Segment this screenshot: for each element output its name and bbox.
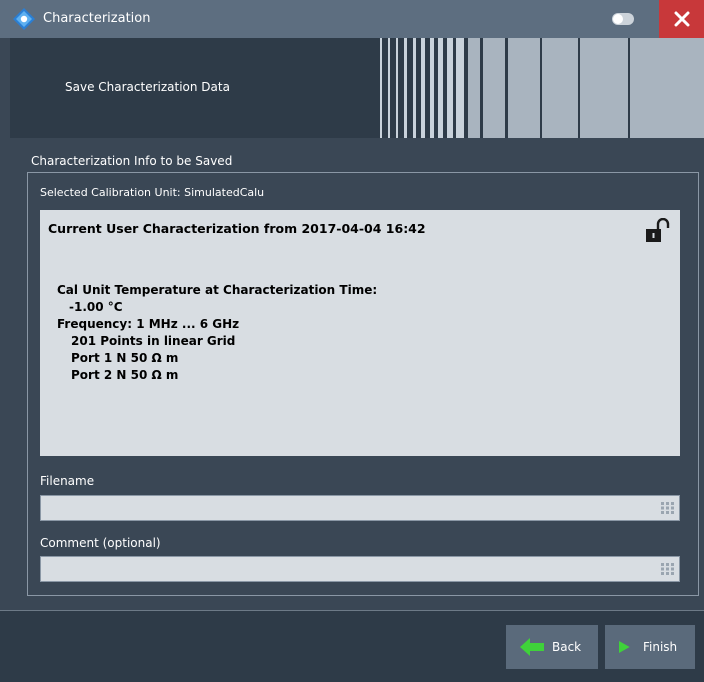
info-heading: Current User Characterization from 2017-… xyxy=(48,221,426,236)
comment-input[interactable] xyxy=(40,556,680,582)
arrow-left-icon xyxy=(520,638,544,656)
close-icon xyxy=(674,11,689,27)
wizard-header: Save Characterization Data xyxy=(10,38,704,138)
pin-toggle-icon[interactable] xyxy=(612,13,634,25)
arrow-right-icon xyxy=(619,641,630,653)
filename-label: Filename xyxy=(40,474,95,488)
wizard-step-title: Save Characterization Data xyxy=(65,80,230,94)
wizard-content: Characterization Info to be Saved Select… xyxy=(10,140,704,610)
back-button-label: Back xyxy=(552,640,582,654)
wizard-footer: Back Finish xyxy=(0,611,704,682)
unlock-icon[interactable] xyxy=(645,218,671,244)
rs-logo-icon xyxy=(13,8,35,30)
info-line: 201 Points in linear Grid xyxy=(71,334,236,348)
title-bar: Characterization xyxy=(0,0,704,38)
characterization-info-panel: Current User Characterization from 2017-… xyxy=(40,210,680,456)
window-title: Characterization xyxy=(43,11,151,26)
finish-button[interactable]: Finish xyxy=(605,625,695,669)
back-button[interactable]: Back xyxy=(506,625,598,669)
header-decoration xyxy=(380,38,704,138)
info-line: Cal Unit Temperature at Characterization… xyxy=(57,283,378,297)
info-line: Port 2 N 50 Ω m xyxy=(71,368,179,382)
section-label: Characterization Info to be Saved xyxy=(31,154,233,168)
finish-button-label: Finish xyxy=(643,640,678,654)
info-line: Frequency: 1 MHz ... 6 GHz xyxy=(57,317,240,331)
selected-cal-unit: Selected Calibration Unit: SimulatedCalu xyxy=(40,186,265,199)
info-line: Port 1 N 50 Ω m xyxy=(71,351,179,365)
info-line: -1.00 °C xyxy=(69,300,123,314)
keyboard-icon[interactable] xyxy=(661,502,675,514)
comment-label: Comment (optional) xyxy=(40,536,161,550)
filename-input[interactable] xyxy=(40,495,680,521)
info-details: Cal Unit Temperature at Characterization… xyxy=(57,282,377,384)
keyboard-icon[interactable] xyxy=(661,563,675,575)
close-button[interactable] xyxy=(659,0,704,38)
